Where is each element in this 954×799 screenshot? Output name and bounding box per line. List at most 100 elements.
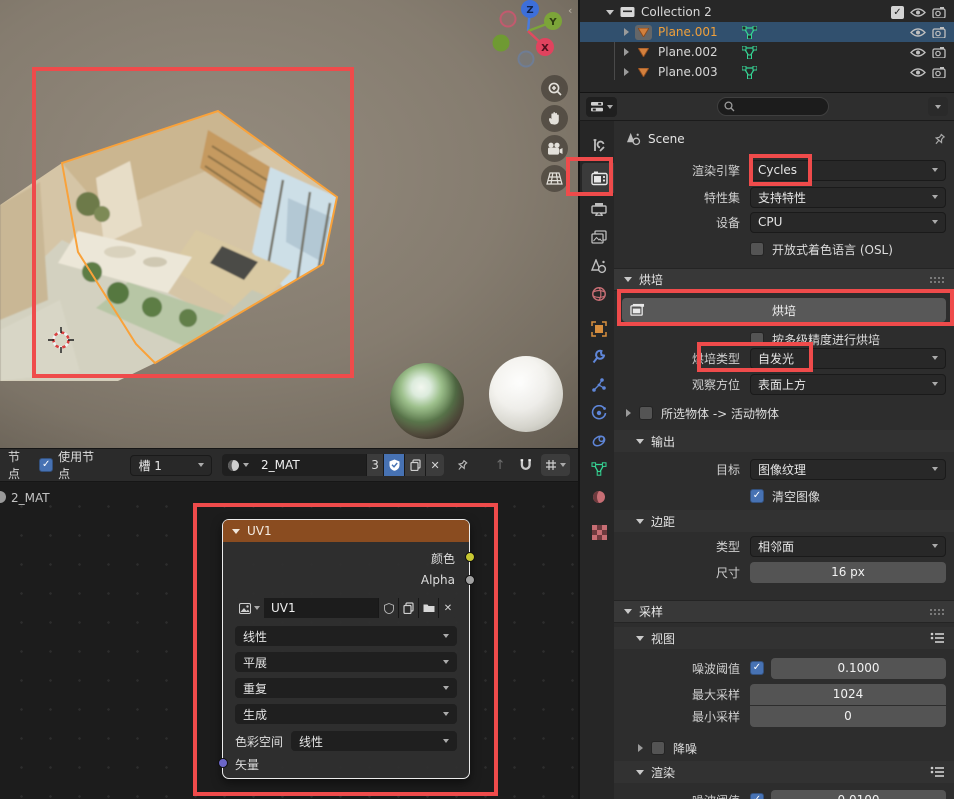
options-dropdown[interactable] [928, 97, 948, 116]
preset-icon[interactable] [930, 766, 944, 778]
image-name-field[interactable]: UV1 [264, 598, 378, 618]
tab-tool[interactable] [582, 131, 616, 161]
tab-world[interactable] [582, 279, 616, 309]
multires-bake-checkbox[interactable] [750, 332, 764, 346]
eye-icon[interactable] [910, 7, 926, 18]
margin-size-field[interactable]: 16 px [750, 562, 946, 583]
panel-grip-icon[interactable] [929, 276, 944, 284]
tab-data[interactable] [582, 454, 616, 484]
preset-icon[interactable] [930, 632, 944, 644]
expand-icon[interactable] [638, 744, 643, 752]
image-fake-user-button[interactable] [378, 598, 398, 618]
view-from-dropdown[interactable]: 表面上方 [750, 374, 946, 395]
clear-image-checkbox[interactable]: ✓ [750, 489, 764, 503]
material-users-count[interactable]: 3 [366, 454, 383, 476]
camera-icon[interactable] [932, 27, 946, 38]
pin-icon[interactable] [933, 133, 946, 146]
vector-input-socket[interactable] [218, 758, 228, 768]
image-browse-button[interactable] [235, 598, 264, 618]
source-dropdown[interactable]: 生成 [235, 704, 457, 724]
node-header[interactable]: UV1 [223, 520, 469, 542]
render-noise-threshold-checkbox[interactable]: ✓ [750, 793, 764, 799]
image-open-button[interactable] [418, 598, 438, 618]
collection-checkbox[interactable]: ✓ [891, 6, 904, 19]
eye-icon[interactable] [910, 67, 926, 78]
osl-checkbox[interactable] [750, 242, 764, 256]
viewport-sampling-header[interactable]: 视图 [614, 627, 954, 649]
bake-button[interactable]: 烘培 [622, 298, 946, 322]
projection-dropdown[interactable]: 平展 [235, 652, 457, 672]
outliner-row-plane001[interactable]: Plane.001 [580, 22, 954, 42]
eye-icon[interactable] [910, 27, 926, 38]
colorspace-dropdown[interactable]: 线性 [291, 731, 457, 751]
pin-icon[interactable] [456, 459, 469, 472]
target-dropdown[interactable]: 图像纹理 [750, 459, 946, 480]
use-nodes-checkbox[interactable]: ✓ [39, 458, 53, 472]
tab-output[interactable] [582, 194, 616, 224]
node-menu[interactable]: 节点 [8, 448, 31, 482]
camera-icon[interactable] [932, 47, 946, 58]
noise-threshold-checkbox[interactable]: ✓ [750, 661, 764, 675]
camera-icon[interactable] [932, 7, 946, 18]
render-sampling-header[interactable]: 渲染 [614, 761, 954, 783]
image-unlink-button[interactable]: ✕ [438, 598, 457, 618]
unlink-material-button[interactable]: ✕ [425, 454, 444, 476]
expand-icon[interactable] [606, 10, 614, 15]
tab-view-layer[interactable] [582, 222, 616, 252]
device-dropdown[interactable]: CPU [750, 212, 946, 233]
feature-set-dropdown[interactable]: 支持特性 [750, 187, 946, 208]
3d-viewport[interactable]: Z Y X ‹ [0, 0, 578, 448]
camera-icon[interactable] [932, 67, 946, 78]
panel-grip-icon[interactable] [929, 608, 944, 616]
alpha-output-socket[interactable] [465, 575, 475, 585]
render-engine-dropdown[interactable]: Cycles [750, 160, 946, 181]
render-noise-threshold-field[interactable]: 0.0100 [771, 790, 946, 799]
tab-particles[interactable] [582, 370, 616, 400]
expand-icon[interactable] [626, 409, 631, 417]
editor-type-button[interactable] [586, 97, 617, 117]
viewport-noise-threshold-field[interactable]: 0.1000 [771, 658, 946, 679]
breadcrumb-scene[interactable]: Scene [648, 132, 685, 146]
slot-dropdown[interactable]: 槽 1 [130, 455, 212, 476]
outliner-row-collection[interactable]: Collection 2 ✓ [580, 2, 954, 22]
max-samples-field[interactable]: 1024 [750, 684, 946, 705]
snap-mode-dropdown[interactable] [541, 454, 570, 476]
expand-icon[interactable] [624, 28, 629, 36]
tab-texture[interactable] [582, 517, 616, 547]
tab-render[interactable] [582, 163, 616, 193]
interpolation-dropdown[interactable]: 线性 [235, 626, 457, 646]
extension-dropdown[interactable]: 重复 [235, 678, 457, 698]
image-texture-node[interactable]: UV1 颜色 Alpha UV1 [222, 519, 470, 779]
tab-object[interactable] [582, 314, 616, 344]
output-subsection-header[interactable]: 输出 [614, 430, 954, 452]
min-samples-field[interactable]: 0 [750, 706, 946, 727]
sampling-section-header[interactable]: 采样 [614, 600, 954, 623]
eye-icon[interactable] [910, 47, 926, 58]
expand-icon[interactable] [624, 68, 629, 76]
tab-scene[interactable] [582, 251, 616, 281]
denoise-checkbox[interactable] [651, 741, 665, 755]
material-browse-button[interactable] [222, 454, 254, 476]
color-output-socket[interactable] [465, 552, 475, 562]
go-parent-node-tree-button[interactable]: ↑ [495, 458, 506, 473]
search-input[interactable] [717, 97, 829, 116]
outliner-row-plane003[interactable]: Plane.003 [580, 62, 954, 82]
bake-type-dropdown[interactable]: 自发光 [750, 348, 946, 369]
expand-icon[interactable] [624, 48, 629, 56]
fake-user-button[interactable] [383, 454, 404, 476]
tab-physics[interactable] [582, 398, 616, 428]
tab-constraints[interactable] [582, 426, 616, 456]
image-duplicate-button[interactable] [398, 598, 418, 618]
snap-magnet-icon[interactable] [519, 458, 533, 472]
noise-threshold-label: 噪波阈值 [614, 792, 750, 799]
tab-material[interactable] [582, 482, 616, 512]
tab-modifiers[interactable] [582, 342, 616, 372]
margin-subsection-header[interactable]: 边距 [614, 510, 954, 532]
node-collapse-icon[interactable] [232, 529, 240, 534]
material-name-field[interactable]: 2_MAT [254, 454, 366, 476]
margin-type-dropdown[interactable]: 相邻面 [750, 536, 946, 557]
selected-to-active-checkbox[interactable] [639, 406, 653, 420]
outliner-row-plane002[interactable]: Plane.002 [580, 42, 954, 62]
duplicate-material-button[interactable] [404, 454, 425, 476]
bake-section-header[interactable]: 烘培 [614, 268, 954, 291]
